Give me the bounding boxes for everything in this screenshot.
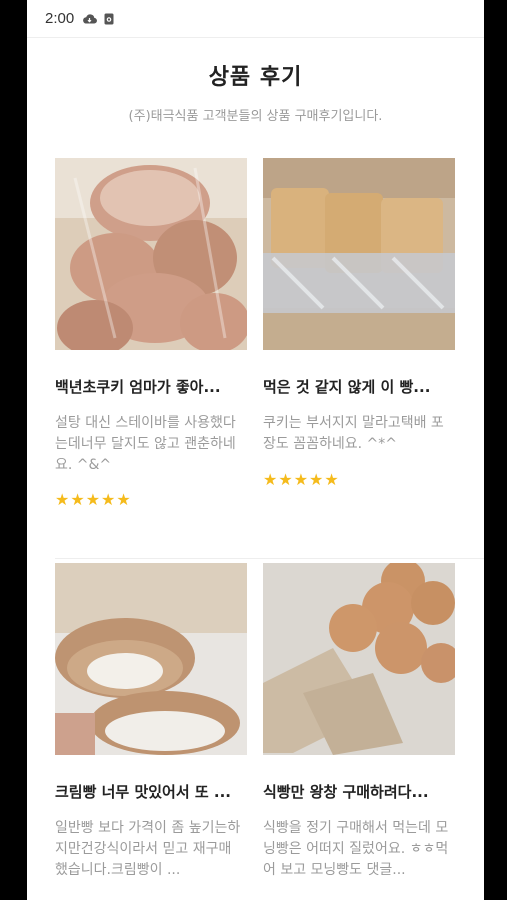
review-text: 일반빵 보다 가격이 좀 높기는하지만건강식이라서 믿고 재구매 했습니다.크림…: [55, 820, 241, 878]
status-time: 2:00: [45, 10, 75, 27]
review-title[interactable]: 백년초쿠키 엄마가 좋아...: [55, 376, 247, 397]
status-bar: 2:00: [27, 0, 484, 38]
review-title[interactable]: 식빵만 왕창 구매하려다...: [263, 781, 455, 802]
review-photo-cream-bread[interactable]: [55, 563, 247, 755]
review-title[interactable]: 먹은 것 같지 않게 이 빵...: [263, 376, 455, 397]
review-card[interactable]: 먹은 것 같지 않게 이 빵... 쿠키는 부서지지 말라고택배 포장도 꼼꼼하…: [263, 158, 455, 489]
review-text: 설탕 대신 스테이바를 사용했다는데너무 달지도 않고 괜춘하네요. ^&^: [55, 415, 236, 473]
page-title: 상품 후기: [208, 65, 303, 90]
review-card[interactable]: 식빵만 왕창 구매하려다... 식빵을 정기 구매해서 먹는데 모닝빵은 어떠지…: [263, 563, 455, 881]
star-rating: ★★★★★: [55, 490, 132, 509]
review-title[interactable]: 크림빵 너무 맛있어서 또 ...: [55, 781, 247, 802]
star-rating: ★★★★★: [263, 470, 340, 489]
sim-card-icon: [103, 13, 118, 25]
app-screen: 2:00 상품 후기 (주)태극식품 고객분들의 상품 구매후기입니다. 백년초…: [27, 0, 484, 900]
review-photo-bread-box[interactable]: [263, 158, 455, 350]
review-photo-bread-rolls[interactable]: [263, 563, 455, 755]
review-photo-cookies[interactable]: [55, 158, 247, 350]
review-text: 쿠키는 부서지지 말라고택배 포장도 꼼꼼하네요. ^*^: [263, 415, 444, 452]
review-card[interactable]: 백년초쿠키 엄마가 좋아... 설탕 대신 스테이바를 사용했다는데너무 달지도…: [55, 158, 247, 509]
review-text: 식빵을 정기 구매해서 먹는데 모닝빵은 어떠지 질렀어요. ㅎㅎ먹어 보고 모…: [263, 820, 449, 878]
page-subtitle: (주)태극식품 고객분들의 상품 구매후기입니다.: [128, 109, 383, 124]
cloud-sync-icon: [82, 13, 98, 25]
review-card[interactable]: 크림빵 너무 맛있어서 또 ... 일반빵 보다 가격이 좀 높기는하지만건강식…: [55, 563, 247, 881]
row-divider: [55, 558, 484, 559]
